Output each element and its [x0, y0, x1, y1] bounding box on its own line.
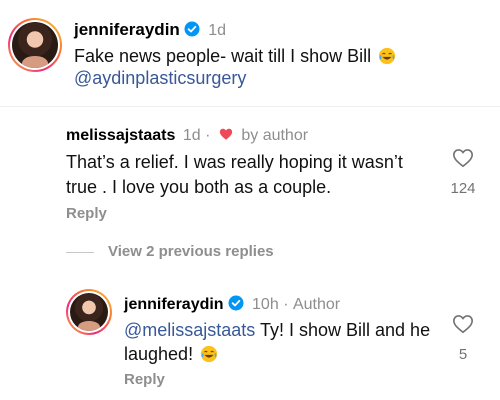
comment-like-count: 124	[450, 180, 476, 197]
laughing-tears-emoji-icon	[200, 345, 218, 363]
verified-badge-icon	[184, 21, 200, 37]
author-badge: Author	[292, 296, 341, 313]
comment-like-heart-icon[interactable]	[452, 147, 474, 169]
post-author-avatar[interactable]	[8, 18, 62, 72]
post-mention-link[interactable]: @aydinplasticsurgery	[74, 68, 246, 89]
comment-thread: jenniferaydin 1d Fake news people- wait …	[0, 0, 500, 400]
reply-header: jenniferaydin 10h · Author	[124, 295, 340, 314]
comment-reply-button[interactable]: Reply	[66, 205, 107, 222]
comment-header: melissajstaats 1d · by author	[66, 127, 308, 145]
comment-text-line-2: true . I love you both as a couple.	[66, 177, 332, 197]
reply-mention-link[interactable]: @melissajstaats	[124, 320, 255, 340]
reply-text-part-1: Ty! I show Bill and he	[255, 320, 431, 340]
post-header: jenniferaydin 1d	[74, 20, 226, 40]
reply-text-line-2: laughed!	[124, 344, 218, 365]
laughing-tears-emoji-icon	[379, 47, 396, 65]
reply-text-part-2: laughed!	[124, 344, 194, 364]
reply-time: 10h	[252, 296, 279, 313]
replies-connector-line	[66, 252, 94, 253]
comment-text-line-1: That’s a relief. I was really hoping it …	[66, 152, 403, 172]
post-caption-text: Fake news people- wait till I show Bill	[74, 46, 372, 66]
post-author-username[interactable]: jenniferaydin	[74, 20, 180, 39]
comment-time: 1d	[182, 127, 201, 144]
liked-by-author-heart-icon	[219, 128, 233, 140]
reply-author-avatar[interactable]	[66, 289, 112, 335]
view-previous-replies-button[interactable]: View 2 previous replies	[108, 243, 274, 260]
reply-author-username[interactable]: jenniferaydin	[124, 296, 224, 313]
post-time: 1d	[208, 22, 227, 39]
post-caption: Fake news people- wait till I show Bill	[74, 46, 396, 67]
reply-like-count: 5	[458, 346, 468, 363]
reply-text-line-1: @melissajstaats Ty! I show Bill and he	[124, 320, 430, 341]
comment-author-username[interactable]: melissajstaats	[66, 127, 175, 144]
reply-reply-button[interactable]: Reply	[124, 371, 165, 388]
reply-like-heart-icon[interactable]	[452, 313, 474, 335]
separator-dot: ·	[283, 296, 289, 313]
section-divider	[0, 106, 500, 107]
liked-by-author-label: by author	[241, 127, 309, 144]
separator-dot: ·	[205, 127, 211, 144]
verified-badge-icon	[228, 295, 244, 311]
